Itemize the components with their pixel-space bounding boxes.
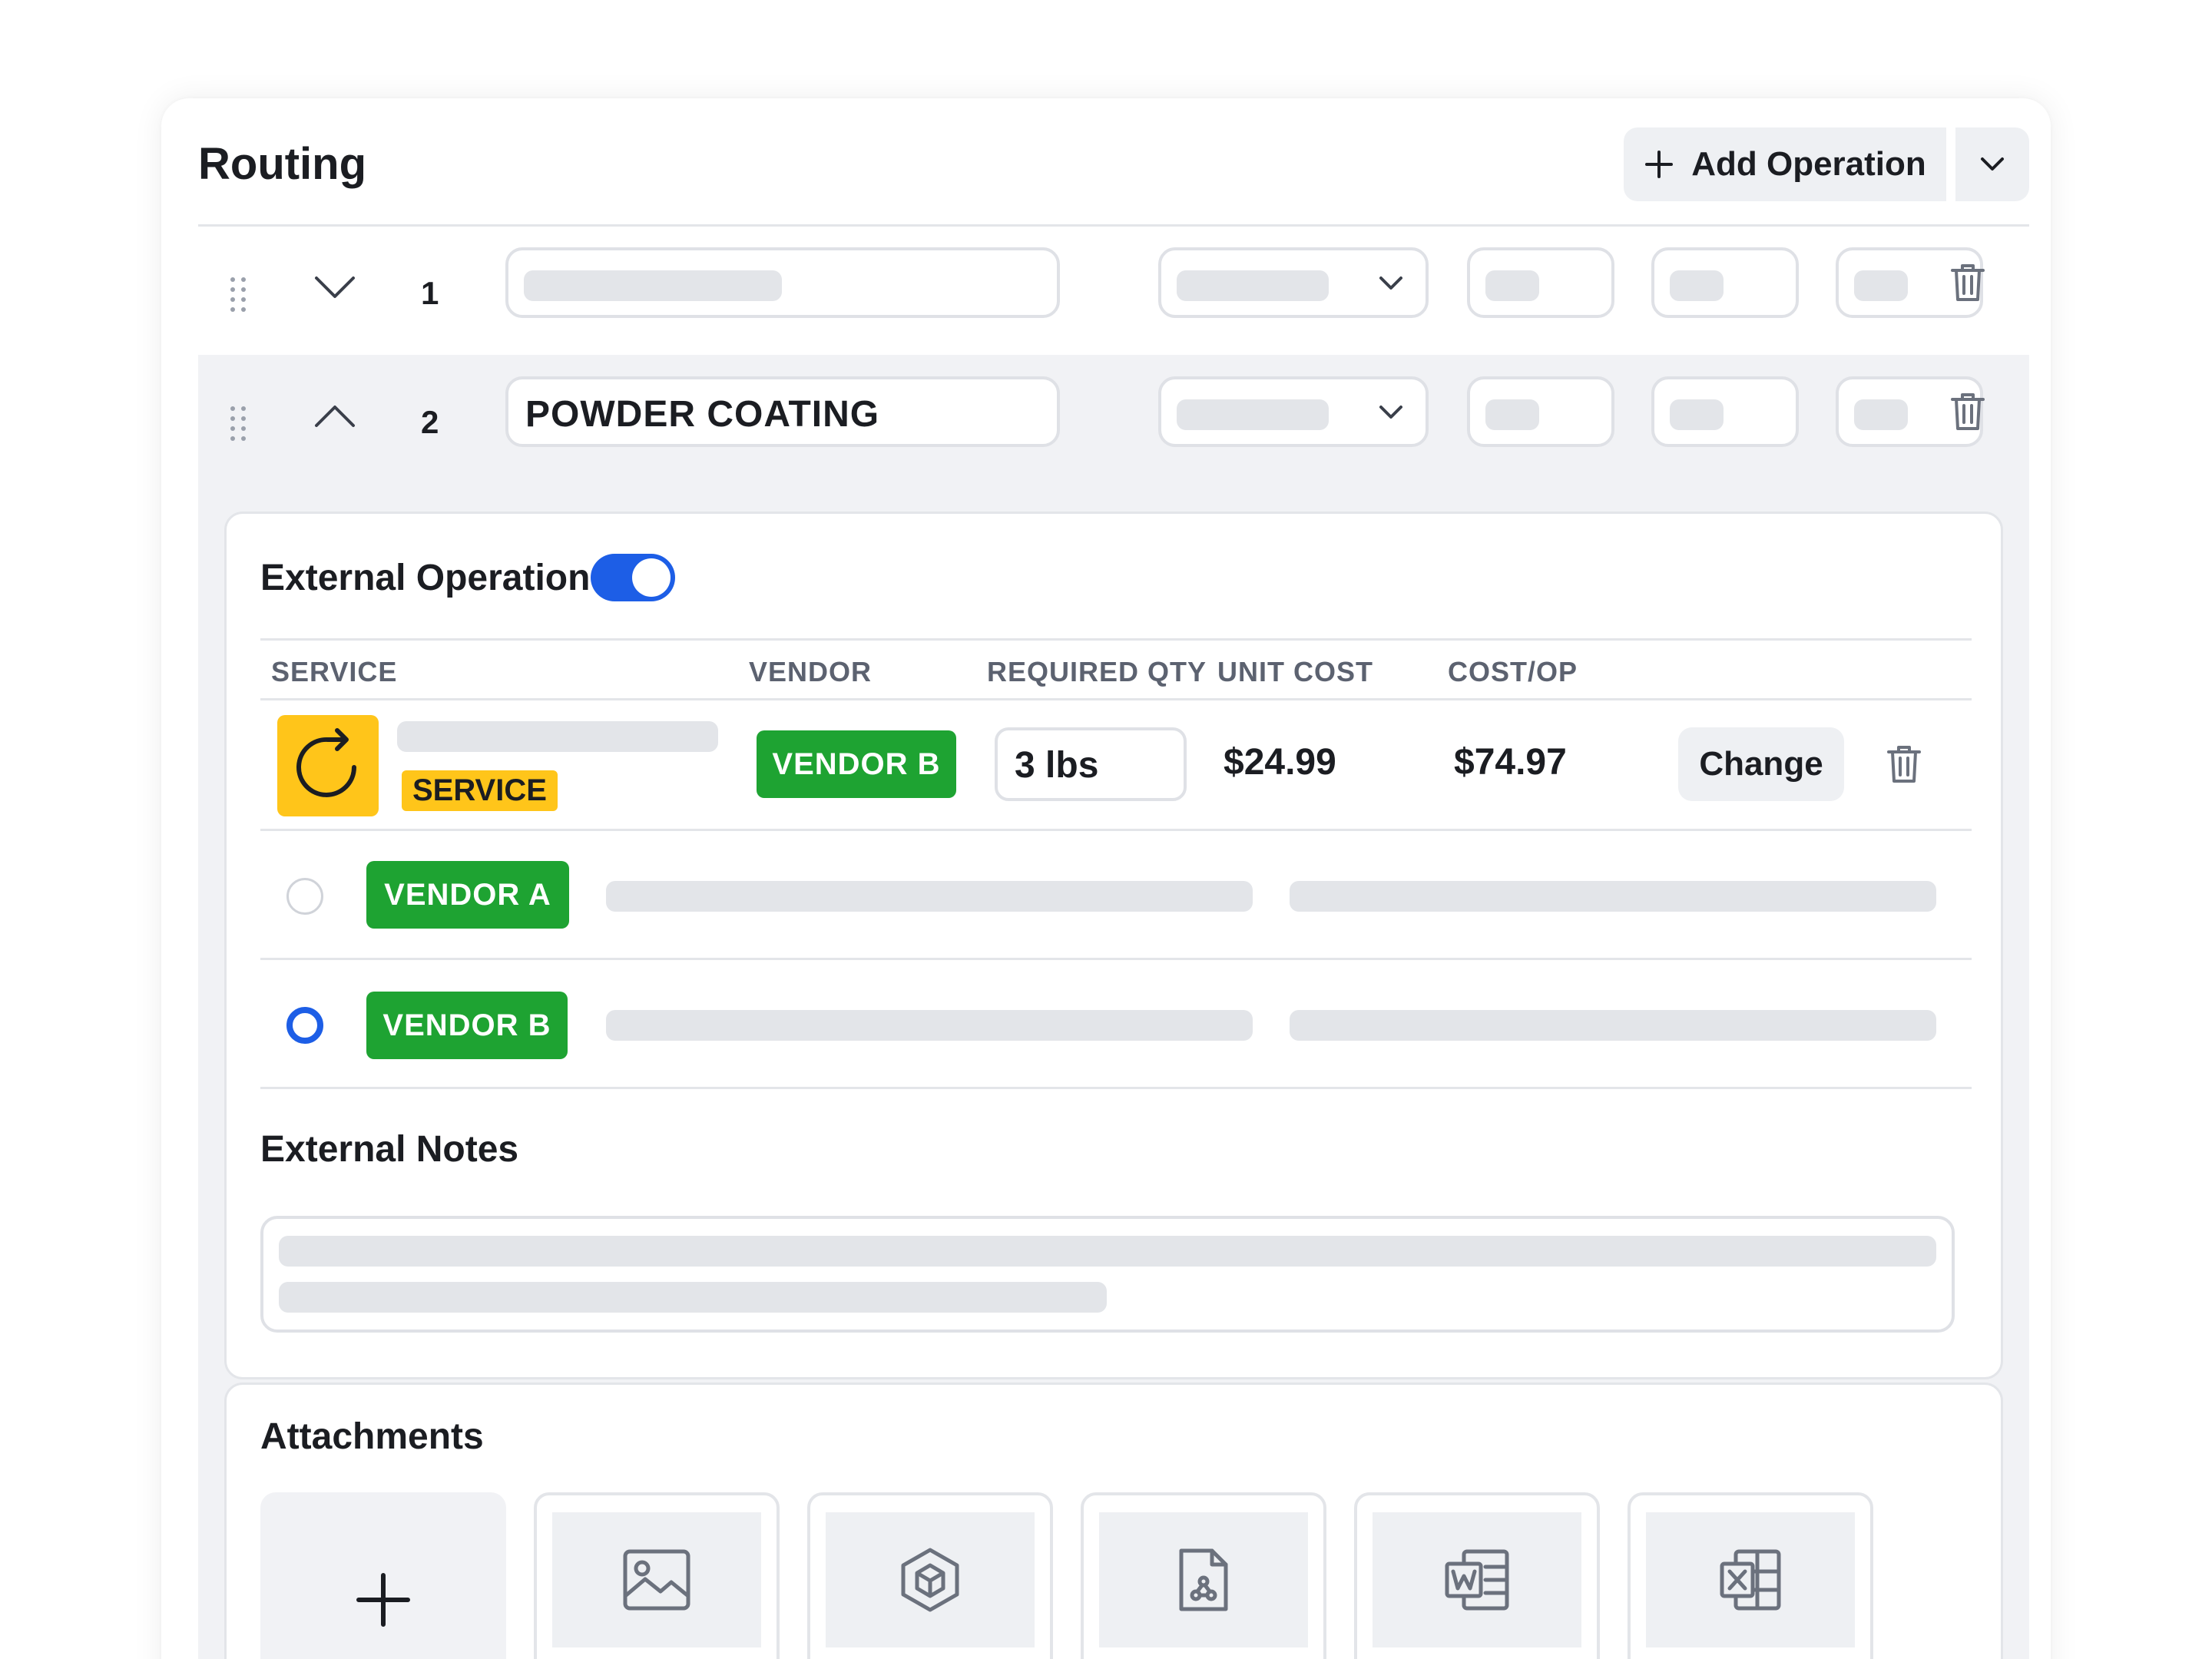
add-operation-label: Add Operation <box>1691 145 1926 183</box>
drag-handle-icon[interactable] <box>229 406 247 442</box>
operation-name-input[interactable] <box>505 247 1060 318</box>
vendor-a-placeholder <box>606 881 1253 912</box>
column-header-service: SERVICE <box>271 656 398 687</box>
trash-icon[interactable] <box>1886 744 1922 784</box>
image-icon <box>623 1549 690 1611</box>
vendor-a-badge: VENDOR A <box>366 861 569 929</box>
chevron-down-icon <box>1379 406 1402 419</box>
change-button[interactable]: Change <box>1678 727 1844 801</box>
service-name-placeholder <box>397 721 718 752</box>
attachment-tile-image[interactable] <box>534 1492 780 1659</box>
required-qty-input[interactable]: 3 lbs <box>995 727 1187 801</box>
placeholder-bar <box>1177 399 1329 430</box>
attachment-preview <box>1373 1512 1581 1647</box>
pdf-icon <box>1179 1548 1228 1611</box>
work-center-select[interactable] <box>1158 376 1429 447</box>
table-divider <box>260 698 1972 700</box>
external-operation-toggle[interactable] <box>591 554 675 601</box>
operation-row: 2 POWDER COATING <box>198 358 2029 487</box>
placeholder-bar <box>1485 399 1539 430</box>
attachments-panel: Attachments <box>224 1382 2003 1659</box>
trash-icon[interactable] <box>1949 263 1986 303</box>
operation-row: 1 <box>198 229 2029 358</box>
placeholder-bar <box>1670 399 1724 430</box>
notes-placeholder <box>279 1236 1936 1267</box>
placeholder-bar <box>1854 270 1908 301</box>
attachment-tile-word[interactable] <box>1354 1492 1600 1659</box>
vendor-b-placeholder <box>606 1010 1253 1041</box>
add-operation-menu-button[interactable] <box>1955 127 2029 201</box>
operation-name-value: POWDER COATING <box>525 394 880 435</box>
plus-icon <box>356 1573 410 1627</box>
column-header-vendor: VENDOR <box>749 656 873 687</box>
operation-number: 2 <box>421 404 439 440</box>
vendor-a-radio[interactable] <box>286 878 323 915</box>
add-attachment-button[interactable] <box>260 1492 506 1659</box>
trash-icon[interactable] <box>1949 392 1986 432</box>
vendor-b-placeholder <box>1290 1010 1936 1041</box>
placeholder-bar <box>524 270 782 301</box>
external-notes-input[interactable] <box>260 1216 1955 1333</box>
excel-icon <box>1720 1549 1781 1611</box>
required-qty-value: 3 lbs <box>1015 745 1099 786</box>
page-title: Routing <box>198 139 367 189</box>
run-time-input[interactable] <box>1651 376 1799 447</box>
redo-icon <box>296 728 356 797</box>
cube-icon <box>901 1548 959 1612</box>
attachment-tile-pdf[interactable] <box>1081 1492 1326 1659</box>
column-header-unit-cost: UNIT COST <box>1217 656 1373 687</box>
attachment-preview <box>1646 1512 1855 1647</box>
plus-icon <box>1645 151 1674 178</box>
service-icon <box>277 715 379 816</box>
placeholder-bar <box>1670 270 1724 301</box>
table-divider <box>260 829 1972 831</box>
notes-placeholder <box>279 1282 1107 1313</box>
add-operation-button[interactable]: Add Operation <box>1624 127 1946 201</box>
attachment-preview <box>552 1512 761 1647</box>
attachment-tile-3d[interactable] <box>807 1492 1053 1659</box>
operation-name-input[interactable]: POWDER COATING <box>505 376 1060 447</box>
attachment-preview <box>826 1512 1035 1647</box>
placeholder-bar <box>1177 270 1329 301</box>
run-time-input[interactable] <box>1651 247 1799 318</box>
column-header-cost-op: COST/OP <box>1448 656 1578 687</box>
cost-op-value: $74.97 <box>1454 742 1567 783</box>
column-header-required-qty: REQUIRED QTY <box>987 656 1207 687</box>
vendor-b-radio[interactable] <box>286 1007 323 1044</box>
attachment-tile-excel[interactable] <box>1628 1492 1873 1659</box>
word-icon <box>1445 1549 1509 1611</box>
placeholder-bar <box>1854 399 1908 430</box>
attachments-label: Attachments <box>260 1416 484 1457</box>
setup-time-input[interactable] <box>1467 376 1614 447</box>
chevron-down-icon <box>1981 157 2004 171</box>
attachment-preview <box>1099 1512 1308 1647</box>
header-divider <box>198 224 2029 227</box>
operation-number: 1 <box>421 275 439 311</box>
chevron-down-icon <box>1379 276 1402 290</box>
external-operation-label: External Operation <box>260 558 591 598</box>
chevron-up-icon[interactable] <box>313 401 356 432</box>
chevron-down-icon[interactable] <box>313 272 356 303</box>
unit-cost-value: $24.99 <box>1224 742 1336 783</box>
service-badge: SERVICE <box>402 770 558 811</box>
setup-time-input[interactable] <box>1467 247 1614 318</box>
table-divider <box>260 958 1972 960</box>
external-operation-panel: External Operation SERVICE VENDOR REQUIR… <box>224 512 2003 1379</box>
drag-handle-icon[interactable] <box>229 276 247 313</box>
selected-vendor-badge: VENDOR B <box>757 730 956 798</box>
vendor-a-placeholder <box>1290 881 1936 912</box>
work-center-select[interactable] <box>1158 247 1429 318</box>
table-divider <box>260 1087 1972 1089</box>
external-notes-label: External Notes <box>260 1129 519 1170</box>
vendor-b-badge: VENDOR B <box>366 992 568 1059</box>
toggle-knob <box>632 558 671 597</box>
table-divider <box>260 638 1972 641</box>
placeholder-bar <box>1485 270 1539 301</box>
